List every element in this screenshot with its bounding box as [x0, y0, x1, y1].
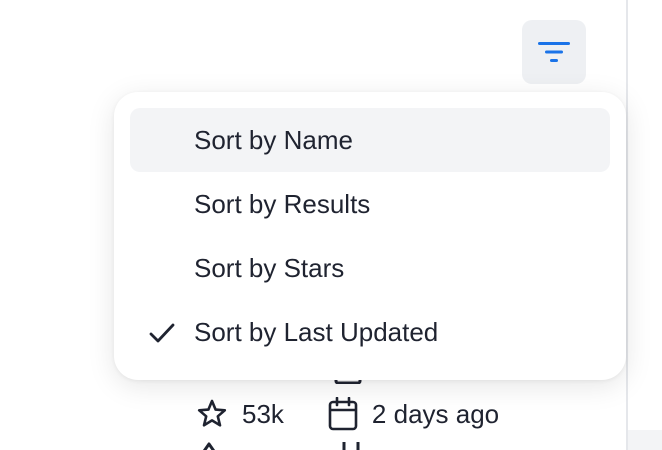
sort-by-name-option[interactable]: Sort by Name [130, 108, 610, 172]
right-panel-footer [628, 430, 662, 450]
partial-icon-bottom-right [338, 442, 368, 450]
filter-icon [538, 42, 570, 62]
menu-item-label: Sort by Last Updated [194, 316, 439, 347]
menu-item-label: Sort by Name [194, 124, 353, 155]
menu-item-label: Sort by Results [194, 188, 371, 219]
updated-text: 2 days ago [371, 398, 500, 429]
sort-menu: Sort by Name Sort by Results Sort by Sta… [114, 92, 626, 380]
screen: 53k 2 days ago Sort by Name Sort by Resu… [0, 0, 662, 450]
star-icon [197, 399, 227, 427]
card-meta-row: 53k 2 days ago [196, 394, 499, 434]
stars-count: 53k [242, 398, 284, 429]
right-panel [628, 0, 662, 450]
sort-by-stars-option[interactable]: Sort by Stars [130, 236, 610, 300]
sort-by-last-updated-option[interactable]: Sort by Last Updated [130, 300, 610, 364]
sort-by-results-option[interactable]: Sort by Results [130, 172, 610, 236]
updated-meta: 2 days ago [328, 397, 499, 431]
check-icon [149, 323, 175, 343]
menu-item-label: Sort by Stars [194, 252, 345, 283]
calendar-icon [328, 397, 358, 431]
sort-filter-button[interactable] [522, 20, 586, 84]
stars-meta: 53k [196, 398, 284, 430]
partial-icon-bottom-left [196, 442, 226, 450]
